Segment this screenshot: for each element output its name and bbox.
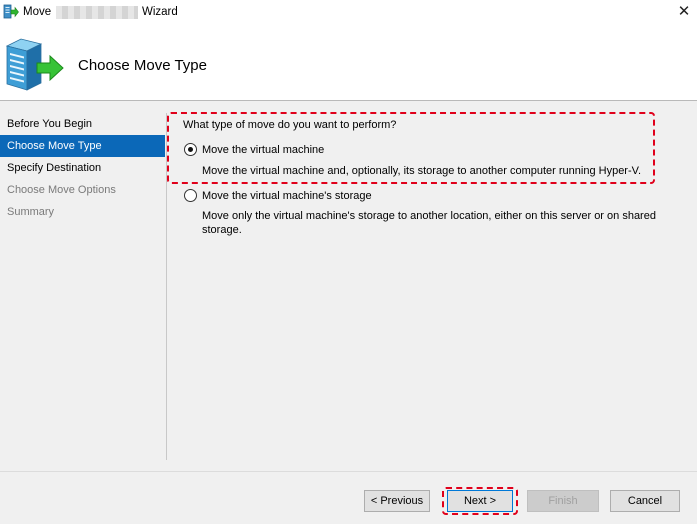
- move-type-question: What type of move do you want to perform…: [183, 119, 397, 131]
- server-arrow-icon: [5, 38, 64, 91]
- close-icon[interactable]: ✕: [672, 1, 696, 23]
- finish-button: Finish: [527, 490, 599, 512]
- sidebar-divider: [166, 113, 167, 460]
- option-move-storage-description: Move only the virtual machine's storage …: [202, 210, 656, 236]
- radio-move-storage[interactable]: [184, 189, 197, 202]
- next-button[interactable]: Next >: [447, 490, 513, 512]
- step-choose-move-options: Choose Move Options: [7, 184, 116, 196]
- title-bar: Move Wizard ✕: [0, 0, 697, 24]
- step-list: Before You Begin Choose Move Type Specif…: [0, 113, 165, 223]
- cancel-button[interactable]: Cancel: [610, 490, 680, 512]
- window-title-right: Wizard: [142, 6, 178, 18]
- radio-move-vm[interactable]: [184, 143, 197, 156]
- wizard-app-icon: [3, 4, 19, 19]
- option-move-storage-label[interactable]: Move the virtual machine's storage: [202, 190, 372, 202]
- wizard-header: Choose Move Type: [0, 24, 697, 100]
- window-title-left: Move: [23, 6, 52, 18]
- step-summary: Summary: [7, 206, 55, 218]
- option-move-vm-label[interactable]: Move the virtual machine: [202, 144, 324, 156]
- step-choose-move-type[interactable]: Choose Move Type: [0, 135, 165, 157]
- page-title: Choose Move Type: [78, 57, 207, 74]
- step-specify-destination[interactable]: Specify Destination: [0, 157, 165, 179]
- redacted-vm-name: [56, 6, 138, 19]
- step-before-you-begin[interactable]: Before You Begin: [0, 113, 165, 135]
- option-move-vm-description: Move the virtual machine and, optionally…: [202, 165, 642, 177]
- previous-button[interactable]: < Previous: [364, 490, 430, 512]
